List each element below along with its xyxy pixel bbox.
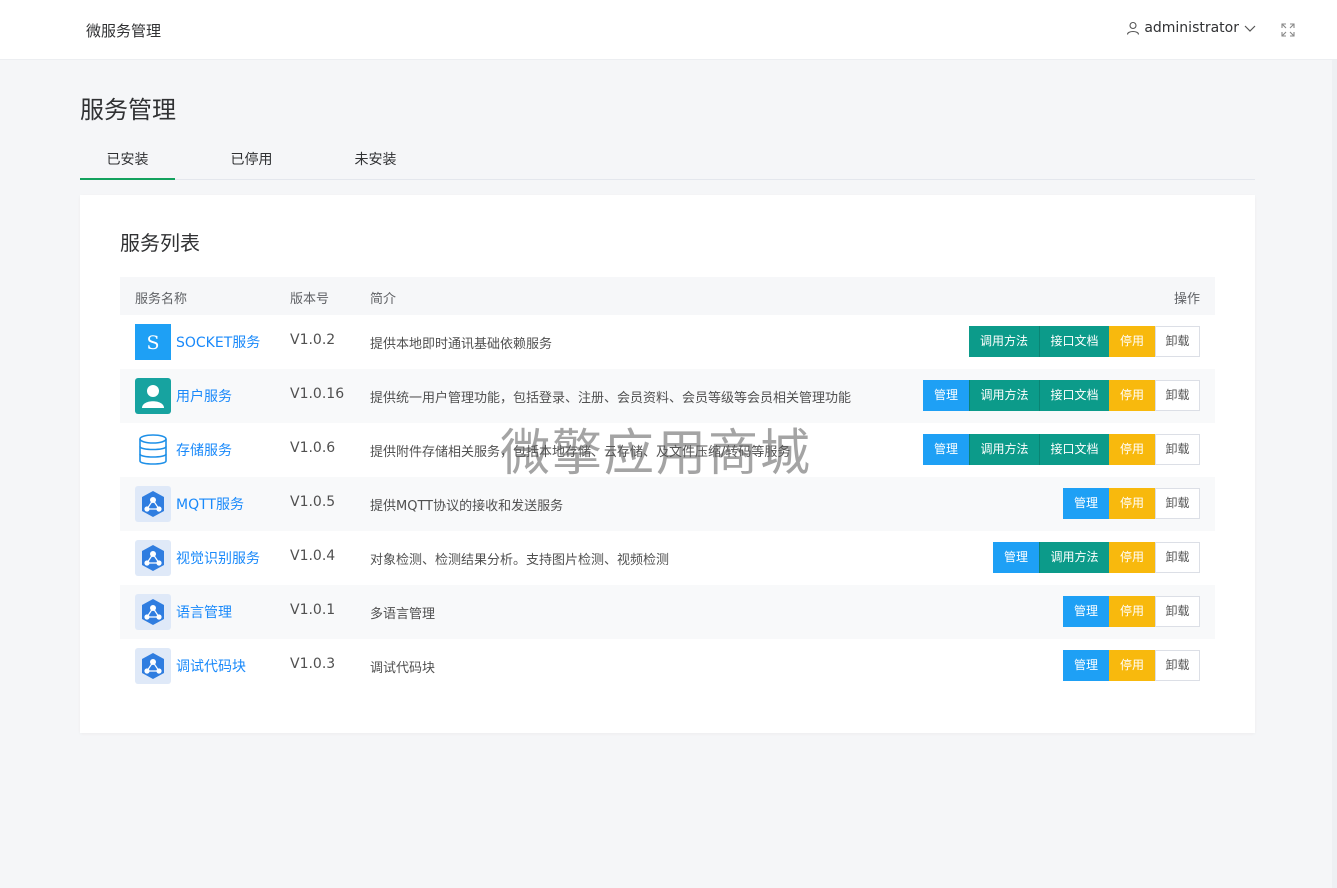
database-icon bbox=[135, 432, 171, 468]
socket-s-icon: S bbox=[135, 324, 171, 360]
call-methods-button[interactable]: 调用方法 bbox=[969, 380, 1039, 411]
fullscreen-icon[interactable] bbox=[1281, 22, 1295, 41]
table-row: S SOCKET服务 V1.0.2 提供本地即时通讯基础依赖服务 调用方法 接口… bbox=[120, 315, 1215, 369]
column-header-actions: 操作 bbox=[1173, 292, 1200, 307]
manage-button[interactable]: 管理 bbox=[1063, 650, 1109, 681]
scrollbar[interactable] bbox=[1332, 60, 1337, 888]
call-methods-button[interactable]: 调用方法 bbox=[969, 434, 1039, 465]
disable-button[interactable]: 停用 bbox=[1109, 650, 1155, 681]
network-hub-icon bbox=[135, 486, 171, 522]
table-row: 语言管理 V1.0.1 多语言管理 管理 停用 卸载 bbox=[120, 585, 1215, 639]
uninstall-button[interactable]: 卸载 bbox=[1155, 488, 1200, 519]
service-name-link[interactable]: 用户服务 bbox=[176, 386, 232, 406]
page-title: 服务管理 bbox=[80, 96, 176, 124]
disable-button[interactable]: 停用 bbox=[1109, 434, 1155, 465]
service-version: V1.0.16 bbox=[290, 386, 345, 402]
network-hub-icon bbox=[135, 648, 171, 684]
row-actions: 管理 停用 卸载 bbox=[1063, 488, 1200, 519]
column-header-desc: 简介 bbox=[370, 292, 397, 307]
top-bar: 微服务管理 administrator bbox=[0, 0, 1337, 60]
uninstall-button[interactable]: 卸载 bbox=[1155, 434, 1200, 465]
service-desc: 提供统一用户管理功能，包括登录、注册、会员资料、会员等级等会员相关管理功能 bbox=[370, 391, 852, 406]
network-hub-icon bbox=[135, 540, 171, 576]
service-version: V1.0.5 bbox=[290, 494, 336, 510]
manage-button[interactable]: 管理 bbox=[923, 380, 969, 411]
service-version: V1.0.4 bbox=[290, 548, 336, 564]
service-name-link[interactable]: 语言管理 bbox=[176, 602, 232, 622]
service-name-link[interactable]: 存储服务 bbox=[176, 440, 232, 460]
row-actions: 管理 停用 卸载 bbox=[1063, 596, 1200, 627]
network-hub-icon bbox=[135, 594, 171, 630]
api-docs-button[interactable]: 接口文档 bbox=[1039, 326, 1109, 357]
disable-button[interactable]: 停用 bbox=[1109, 542, 1155, 573]
disable-button[interactable]: 停用 bbox=[1109, 596, 1155, 627]
row-actions: 管理 调用方法 接口文档 停用 卸载 bbox=[923, 434, 1200, 465]
service-version: V1.0.6 bbox=[290, 440, 336, 456]
service-name-link[interactable]: 视觉识别服务 bbox=[176, 548, 260, 568]
svg-text:S: S bbox=[146, 332, 159, 354]
username: administrator bbox=[1144, 20, 1239, 36]
service-desc: 多语言管理 bbox=[370, 607, 436, 622]
table-row: 视觉识别服务 V1.0.4 对象检测、检测结果分析。支持图片检测、视频检测 管理… bbox=[120, 531, 1215, 585]
tab-disabled[interactable]: 已停用 bbox=[204, 140, 299, 180]
manage-button[interactable]: 管理 bbox=[923, 434, 969, 465]
table-row: 存储服务 V1.0.6 提供附件存储相关服务，包括本地存储、云存储、及文件压缩/… bbox=[120, 423, 1215, 477]
service-version: V1.0.3 bbox=[290, 656, 336, 672]
row-actions: 管理 调用方法 接口文档 停用 卸载 bbox=[923, 380, 1200, 411]
service-name-link[interactable]: SOCKET服务 bbox=[176, 332, 260, 352]
tab-not-installed[interactable]: 未安装 bbox=[328, 140, 423, 180]
manage-button[interactable]: 管理 bbox=[1063, 488, 1109, 519]
uninstall-button[interactable]: 卸载 bbox=[1155, 326, 1200, 357]
table-row: 调试代码块 V1.0.3 调试代码块 管理 停用 卸载 bbox=[120, 639, 1215, 693]
disable-button[interactable]: 停用 bbox=[1109, 380, 1155, 411]
service-desc: 提供MQTT协议的接收和发送服务 bbox=[370, 499, 564, 514]
service-desc: 提供附件存储相关服务，包括本地存储、云存储、及文件压缩/转码等服务 bbox=[370, 445, 791, 460]
service-name-link[interactable]: 调试代码块 bbox=[176, 656, 246, 676]
table-header: 服务名称 版本号 简介 操作 bbox=[120, 277, 1215, 315]
row-actions: 调用方法 接口文档 停用 卸载 bbox=[969, 326, 1200, 357]
manage-button[interactable]: 管理 bbox=[993, 542, 1039, 573]
service-list-card: 服务列表 服务名称 版本号 简介 操作 S SOCKET服务 V1.0.2 提供… bbox=[80, 195, 1255, 733]
chevron-down-icon bbox=[1243, 21, 1257, 35]
call-methods-button[interactable]: 调用方法 bbox=[1039, 542, 1109, 573]
uninstall-button[interactable]: 卸载 bbox=[1155, 596, 1200, 627]
service-desc: 提供本地即时通讯基础依赖服务 bbox=[370, 337, 553, 352]
service-version: V1.0.1 bbox=[290, 602, 336, 618]
uninstall-button[interactable]: 卸载 bbox=[1155, 542, 1200, 573]
table-row: 用户服务 V1.0.16 提供统一用户管理功能，包括登录、注册、会员资料、会员等… bbox=[120, 369, 1215, 423]
disable-button[interactable]: 停用 bbox=[1109, 326, 1155, 357]
manage-button[interactable]: 管理 bbox=[1063, 596, 1109, 627]
uninstall-button[interactable]: 卸载 bbox=[1155, 380, 1200, 411]
tab-bar: 已安装 已停用 未安装 bbox=[80, 140, 1255, 180]
user-menu[interactable]: administrator bbox=[1126, 20, 1257, 36]
user-service-icon bbox=[135, 378, 171, 414]
call-methods-button[interactable]: 调用方法 bbox=[969, 326, 1039, 357]
app-title: 微服务管理 bbox=[86, 22, 162, 40]
table-row: MQTT服务 V1.0.5 提供MQTT协议的接收和发送服务 管理 停用 卸载 bbox=[120, 477, 1215, 531]
api-docs-button[interactable]: 接口文档 bbox=[1039, 434, 1109, 465]
service-table: 服务名称 版本号 简介 操作 S SOCKET服务 V1.0.2 提供本地即时通… bbox=[120, 277, 1215, 693]
service-version: V1.0.2 bbox=[290, 332, 336, 348]
service-desc: 调试代码块 bbox=[370, 661, 436, 676]
api-docs-button[interactable]: 接口文档 bbox=[1039, 380, 1109, 411]
card-title: 服务列表 bbox=[120, 231, 200, 255]
service-name-link[interactable]: MQTT服务 bbox=[176, 494, 244, 514]
service-desc: 对象检测、检测结果分析。支持图片检测、视频检测 bbox=[370, 553, 670, 568]
uninstall-button[interactable]: 卸载 bbox=[1155, 650, 1200, 681]
column-header-version: 版本号 bbox=[290, 292, 330, 307]
user-icon bbox=[1126, 21, 1140, 35]
column-header-name: 服务名称 bbox=[135, 292, 188, 307]
row-actions: 管理 调用方法 停用 卸载 bbox=[993, 542, 1200, 573]
tab-installed[interactable]: 已安装 bbox=[80, 140, 175, 180]
disable-button[interactable]: 停用 bbox=[1109, 488, 1155, 519]
row-actions: 管理 停用 卸载 bbox=[1063, 650, 1200, 681]
